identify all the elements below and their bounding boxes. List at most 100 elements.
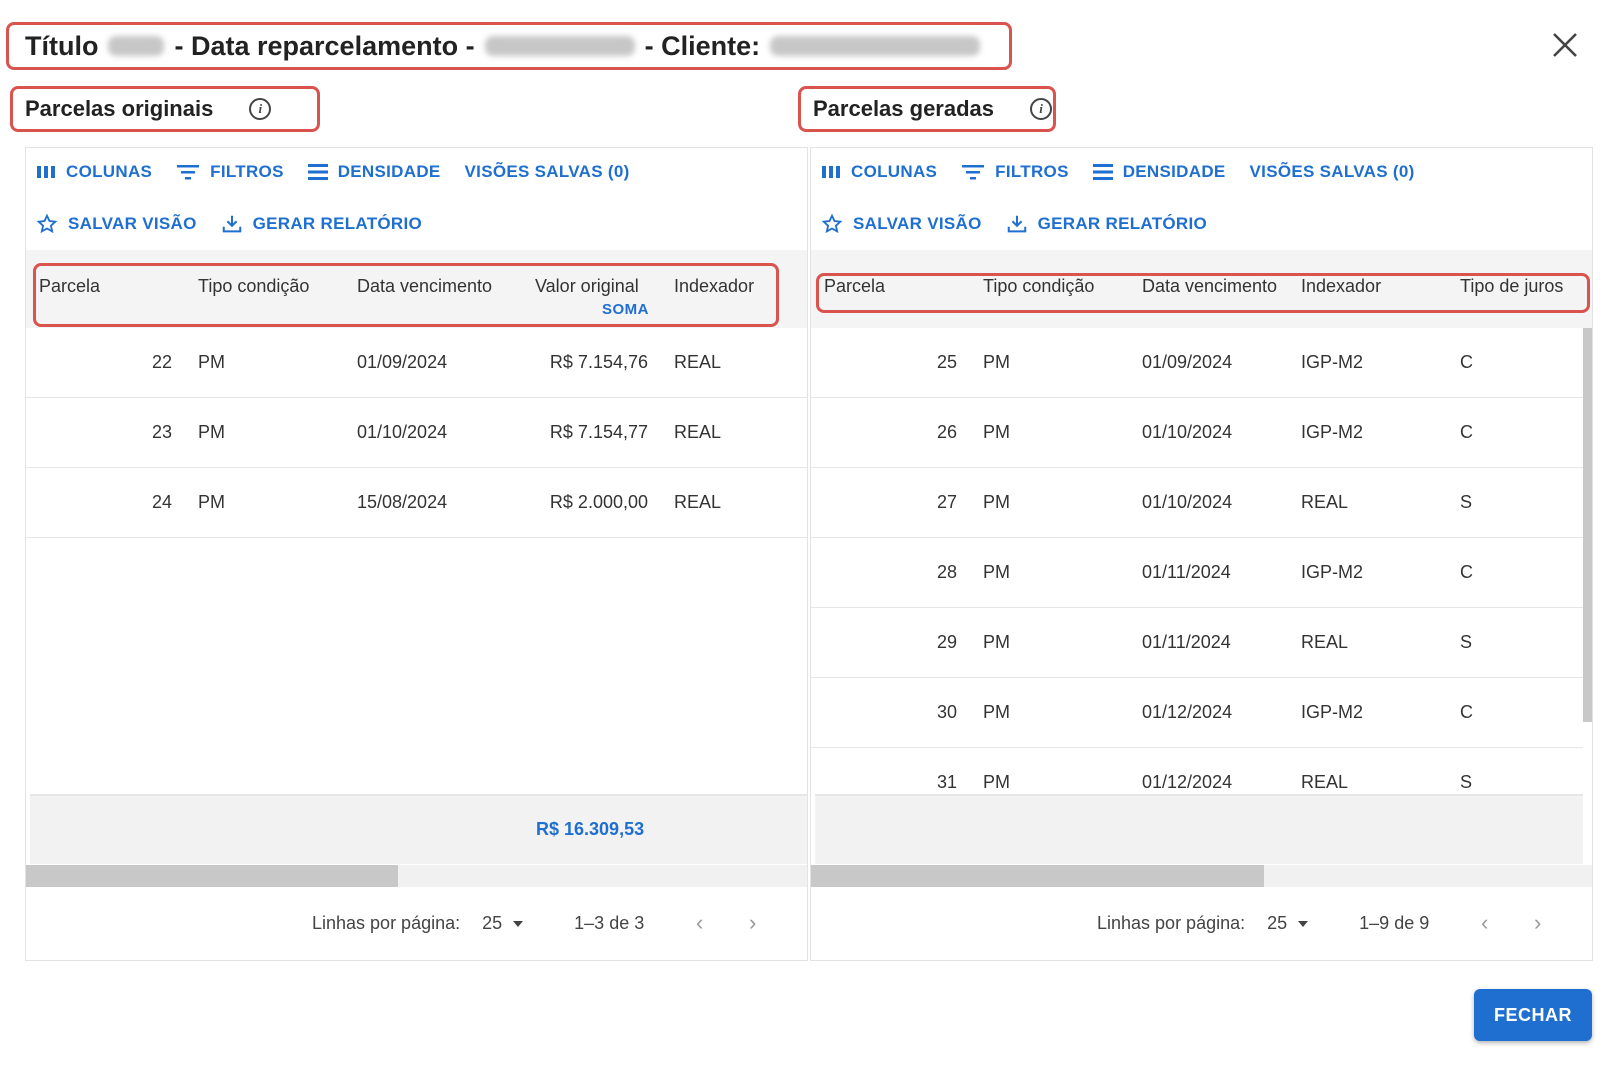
aggregation-footer: [815, 794, 1583, 864]
generate-report-label: GERAR RELATÓRIO: [252, 214, 423, 233]
heading-parcelas-geradas: Parcelas geradas i: [798, 86, 1056, 132]
columns-button[interactable]: COLUNAS: [36, 162, 152, 182]
info-icon[interactable]: i: [249, 98, 272, 120]
cell-valor-original: R$ 7.154,76: [549, 352, 648, 372]
table-row[interactable]: 22 PM 01/09/2024 R$ 7.154,76 REAL: [26, 328, 807, 398]
table-row[interactable]: 30 PM 01/12/2024 IGP-M2 C: [811, 678, 1583, 748]
columns-button[interactable]: COLUNAS: [821, 162, 937, 182]
cell-parcela: 31: [936, 772, 957, 792]
saved-views-button[interactable]: VISÕES SALVAS (0): [465, 162, 630, 182]
columns-label: COLUNAS: [851, 162, 938, 181]
table-row[interactable]: 28 PM 01/11/2024 IGP-M2 C: [811, 538, 1583, 608]
info-icon[interactable]: i: [1030, 98, 1053, 120]
cell-tipo-condicao: PM: [198, 492, 225, 512]
cell-parcela: 23: [151, 422, 172, 442]
saved-views-button[interactable]: VISÕES SALVAS (0): [1250, 162, 1415, 182]
table-row[interactable]: 27 PM 01/10/2024 REAL S: [811, 468, 1583, 538]
column-header-tipo-condicao[interactable]: Tipo condição: [198, 276, 309, 297]
column-header-data-vencimento[interactable]: Data vencimento: [1142, 276, 1277, 297]
column-header-data-vencimento[interactable]: Data vencimento: [357, 276, 492, 297]
table-row[interactable]: 29 PM 01/11/2024 REAL S: [811, 608, 1583, 678]
heading-label: Parcelas geradas: [813, 96, 995, 121]
star-icon: [36, 213, 58, 234]
blurred-title-number: [108, 36, 165, 56]
save-view-button[interactable]: SALVAR VISÃO: [821, 213, 982, 235]
cell-indexador: REAL: [674, 422, 722, 442]
download-icon: [222, 215, 241, 233]
rows-viewport[interactable]: 25 PM 01/09/2024 IGP-M2 C 26 PM 01/10/20…: [811, 328, 1583, 794]
table-row[interactable]: 23 PM 01/10/2024 R$ 7.154,77 REAL: [26, 398, 807, 468]
star-icon: [821, 213, 843, 234]
cell-data-vencimento: 01/10/2024: [1142, 492, 1233, 512]
density-label: DENSIDADE: [337, 162, 441, 181]
next-page-icon[interactable]: ›: [749, 910, 756, 936]
vertical-scrollbar[interactable]: [1583, 328, 1592, 722]
cell-indexador: REAL: [1301, 492, 1349, 512]
dialog-title: Título - Data reparcelamento - - Cliente…: [6, 22, 1012, 70]
cell-valor-original: R$ 2.000,00: [549, 492, 648, 512]
filters-label: FILTROS: [995, 162, 1069, 181]
aggregation-footer: R$ 16.309,53: [30, 794, 807, 864]
close-button[interactable]: FECHAR: [1474, 989, 1592, 1041]
filters-button[interactable]: FILTROS: [961, 162, 1069, 182]
table-row[interactable]: 24 PM 15/08/2024 R$ 2.000,00 REAL: [26, 468, 807, 538]
generate-report-button[interactable]: GERAR RELATÓRIO: [221, 213, 422, 235]
rows-per-page-select[interactable]: 25: [1267, 913, 1309, 934]
cell-indexador: IGP-M2: [1301, 702, 1364, 722]
cell-tipo-de-juros: C: [1460, 352, 1473, 372]
column-header-tipo-de-juros[interactable]: Tipo de juros: [1460, 276, 1563, 297]
cell-tipo-de-juros: S: [1460, 632, 1473, 652]
column-header-indexador[interactable]: Indexador: [674, 276, 754, 297]
table-row[interactable]: 26 PM 01/10/2024 IGP-M2 C: [811, 398, 1583, 468]
save-view-button[interactable]: SALVAR VISÃO: [36, 213, 197, 235]
previous-page-icon[interactable]: ‹: [1481, 910, 1488, 936]
cell-indexador: IGP-M2: [1301, 562, 1364, 582]
saved-views-label: VISÕES SALVAS (0): [1249, 162, 1415, 181]
save-view-label: SALVAR VISÃO: [68, 214, 197, 233]
save-view-label: SALVAR VISÃO: [853, 214, 982, 233]
grid-parcelas-originais: COLUNAS FILTROS DENSIDADE VISÕES SALVAS …: [25, 147, 808, 961]
cell-parcela: 28: [936, 562, 957, 582]
close-icon[interactable]: [1547, 27, 1583, 63]
cell-indexador: IGP-M2: [1301, 352, 1364, 372]
cell-data-vencimento: 01/11/2024: [1142, 562, 1231, 582]
next-page-icon[interactable]: ›: [1534, 910, 1541, 936]
filters-button[interactable]: FILTROS: [176, 162, 284, 182]
table-row[interactable]: 31 PM 01/12/2024 REAL S: [811, 748, 1583, 794]
column-header-valor-original[interactable]: Valor original: [535, 276, 639, 297]
columns-icon: [822, 166, 840, 178]
cell-tipo-condicao: PM: [983, 422, 1010, 442]
column-header-parcela[interactable]: Parcela: [39, 276, 100, 297]
previous-page-icon[interactable]: ‹: [696, 910, 703, 936]
cell-data-vencimento: 01/10/2024: [357, 422, 448, 442]
download-icon: [1007, 215, 1026, 233]
cell-indexador: REAL: [1301, 632, 1349, 652]
cell-parcela: 26: [936, 422, 957, 442]
filter-icon: [962, 165, 985, 180]
rows-per-page-label: Linhas por página:: [312, 913, 461, 933]
cell-data-vencimento: 01/09/2024: [357, 352, 448, 372]
cell-indexador: REAL: [1301, 772, 1349, 792]
cell-parcela: 24: [151, 492, 172, 512]
grid-parcelas-geradas: COLUNAS FILTROS DENSIDADE VISÕES SALVAS …: [810, 147, 1593, 961]
density-button[interactable]: DENSIDADE: [307, 162, 441, 182]
saved-views-label: VISÕES SALVAS (0): [464, 162, 630, 181]
dropdown-arrow-icon: [1298, 920, 1309, 927]
column-header-parcela[interactable]: Parcela: [824, 276, 885, 297]
column-header-tipo-condicao[interactable]: Tipo condição: [983, 276, 1094, 297]
horizontal-scrollbar-thumb[interactable]: [811, 865, 1264, 887]
table-row[interactable]: 25 PM 01/09/2024 IGP-M2 C: [811, 328, 1583, 398]
pagination-range: 1–9 de 9: [1359, 913, 1430, 933]
heading-parcelas-originais: Parcelas originais i: [10, 86, 320, 132]
generate-report-button[interactable]: GERAR RELATÓRIO: [1006, 213, 1207, 235]
cell-parcela: 30: [936, 702, 957, 722]
columns-icon: [37, 166, 55, 178]
cell-data-vencimento: 01/09/2024: [1142, 352, 1233, 372]
cell-tipo-de-juros: C: [1460, 562, 1473, 582]
density-button[interactable]: DENSIDADE: [1092, 162, 1226, 182]
rows-per-page-select[interactable]: 25: [482, 913, 524, 934]
cell-data-vencimento: 15/08/2024: [357, 492, 448, 512]
cell-tipo-condicao: PM: [983, 702, 1010, 722]
horizontal-scrollbar-thumb[interactable]: [26, 865, 398, 887]
column-header-indexador[interactable]: Indexador: [1301, 276, 1381, 297]
